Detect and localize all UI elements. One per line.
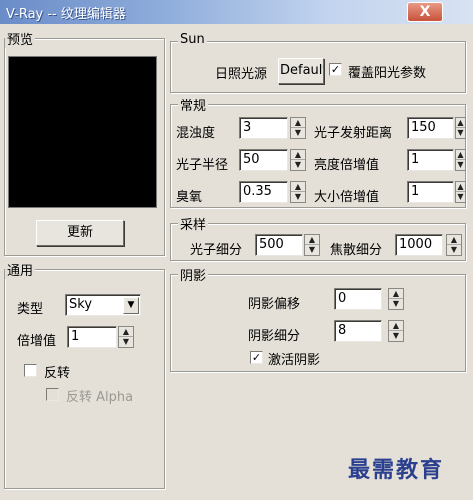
enable-shadows-checkbox[interactable]: ✓ [250, 351, 263, 364]
update-button-label: 更新 [66, 225, 93, 240]
sun-light-button[interactable]: Default [278, 58, 324, 84]
window-title: V-Ray -- 纹理编辑器 [6, 7, 126, 22]
spin-down-icon[interactable]: ▼ [389, 299, 403, 309]
close-icon: X [419, 4, 431, 20]
size-mult-spinner[interactable]: ▲ ▼ [455, 181, 466, 203]
multiplier-label: 倍增值 [17, 334, 57, 349]
spin-up-icon[interactable]: ▲ [119, 327, 133, 337]
spin-up-icon[interactable]: ▲ [456, 150, 465, 160]
photon-emit-radius-input[interactable]: 150 [407, 117, 454, 139]
spin-down-icon[interactable]: ▼ [456, 128, 465, 138]
spin-up-icon[interactable]: ▲ [389, 289, 403, 299]
sun-group-label: Sun [178, 32, 207, 47]
spin-down-icon[interactable]: ▼ [291, 192, 305, 202]
turbidity-input[interactable]: 3 [239, 117, 288, 139]
preview-group-label: 预览 [5, 29, 36, 48]
sun-light-label: 日照光源 [215, 67, 268, 82]
update-button[interactable]: 更新 [36, 220, 124, 246]
photon-emit-radius-spinner[interactable]: ▲ ▼ [455, 117, 466, 139]
spin-down-icon[interactable]: ▼ [119, 337, 133, 347]
checkmark-icon: ✓ [251, 351, 262, 364]
override-label: 覆盖阳光参数 [348, 66, 427, 81]
caustic-subdivs-input[interactable]: 1000 [395, 234, 443, 256]
invert-alpha-checkbox[interactable] [46, 388, 59, 401]
spin-up-icon[interactable]: ▲ [389, 321, 403, 331]
spin-up-icon[interactable]: ▲ [456, 118, 465, 128]
ozone-spinner[interactable]: ▲ ▼ [290, 181, 306, 203]
shadow-bias-value: 0 [338, 291, 347, 306]
shadow-subdivs-value: 8 [338, 323, 347, 338]
spin-up-icon[interactable]: ▲ [305, 235, 319, 245]
caustic-subdivs-spinner[interactable]: ▲ ▼ [446, 234, 462, 256]
photon-emit-radius-value: 150 [411, 120, 436, 135]
general-group-label: 通用 [5, 260, 36, 279]
chevron-down-icon[interactable]: ▼ [123, 297, 139, 314]
intensity-mult-spinner[interactable]: ▲ ▼ [455, 149, 466, 171]
type-value: Sky [69, 297, 93, 312]
spin-down-icon[interactable]: ▼ [305, 245, 319, 255]
photon-radius-spinner[interactable]: ▲ ▼ [290, 149, 306, 171]
photon-radius-label: 光子半径 [176, 158, 229, 173]
caustic-subdivs-label: 焦散细分 [330, 243, 383, 258]
multiplier-spinner[interactable]: ▲ ▼ [118, 326, 134, 348]
spin-down-icon[interactable]: ▼ [456, 192, 465, 202]
intensity-mult-label: 亮度倍增值 [314, 158, 380, 173]
spin-down-icon[interactable]: ▼ [389, 331, 403, 341]
checkmark-icon: ✓ [330, 63, 341, 76]
size-mult-value: 1 [411, 184, 420, 199]
spin-down-icon[interactable]: ▼ [447, 245, 461, 255]
shadow-bias-spinner[interactable]: ▲ ▼ [388, 288, 404, 310]
spin-down-icon[interactable]: ▼ [456, 160, 465, 170]
spin-up-icon[interactable]: ▲ [291, 150, 305, 160]
turbidity-label: 混浊度 [176, 126, 216, 141]
sampling-group-label: 采样 [178, 214, 209, 233]
shadow-subdivs-spinner[interactable]: ▲ ▼ [388, 320, 404, 342]
spin-up-icon[interactable]: ▲ [291, 182, 305, 192]
multiplier-value: 1 [71, 329, 80, 344]
invert-label: 反转 [44, 366, 71, 381]
ozone-input[interactable]: 0.35 [239, 181, 288, 203]
shadow-subdivs-input[interactable]: 8 [334, 320, 382, 342]
spin-down-icon[interactable]: ▼ [291, 128, 305, 138]
photon-emit-radius-label: 光子发射距离 [314, 126, 393, 141]
type-label: 类型 [17, 302, 44, 317]
turbidity-spinner[interactable]: ▲ ▼ [290, 117, 306, 139]
preview-canvas [8, 56, 157, 208]
photon-subdivs-value: 500 [259, 237, 284, 252]
close-button[interactable]: X [407, 2, 443, 22]
caustic-subdivs-value: 1000 [399, 237, 433, 252]
invert-alpha-label: 反转 Alpha [66, 390, 134, 405]
intensity-mult-value: 1 [411, 152, 420, 167]
title-bar[interactable]: V-Ray -- 纹理编辑器 X [0, 0, 473, 24]
shadow-subdivs-label: 阴影细分 [248, 329, 301, 344]
photon-subdivs-spinner[interactable]: ▲ ▼ [304, 234, 320, 256]
sun-light-value: Default [280, 63, 324, 78]
watermark: 最需教育 [348, 457, 445, 483]
shadow-bias-input[interactable]: 0 [334, 288, 382, 310]
turbidity-value: 3 [243, 120, 252, 135]
photon-subdivs-label: 光子细分 [190, 243, 243, 258]
shadow-bias-label: 阴影偏移 [248, 297, 301, 312]
multiplier-input[interactable]: 1 [67, 326, 117, 348]
params-group-label: 常规 [178, 95, 209, 114]
enable-shadows-label: 激活阴影 [268, 353, 321, 368]
spin-down-icon[interactable]: ▼ [291, 160, 305, 170]
size-mult-input[interactable]: 1 [407, 181, 454, 203]
size-mult-label: 大小倍增值 [314, 190, 380, 205]
spin-up-icon[interactable]: ▲ [447, 235, 461, 245]
spin-up-icon[interactable]: ▲ [291, 118, 305, 128]
invert-checkbox[interactable] [24, 364, 37, 377]
intensity-mult-input[interactable]: 1 [407, 149, 454, 171]
shadows-group-label: 阴影 [178, 265, 209, 284]
ozone-label: 臭氧 [176, 190, 203, 205]
photon-radius-value: 50 [243, 152, 260, 167]
photon-subdivs-input[interactable]: 500 [255, 234, 303, 256]
spin-up-icon[interactable]: ▲ [456, 182, 465, 192]
override-checkbox[interactable]: ✓ [329, 63, 342, 76]
photon-radius-input[interactable]: 50 [239, 149, 288, 171]
ozone-value: 0.35 [243, 184, 272, 199]
